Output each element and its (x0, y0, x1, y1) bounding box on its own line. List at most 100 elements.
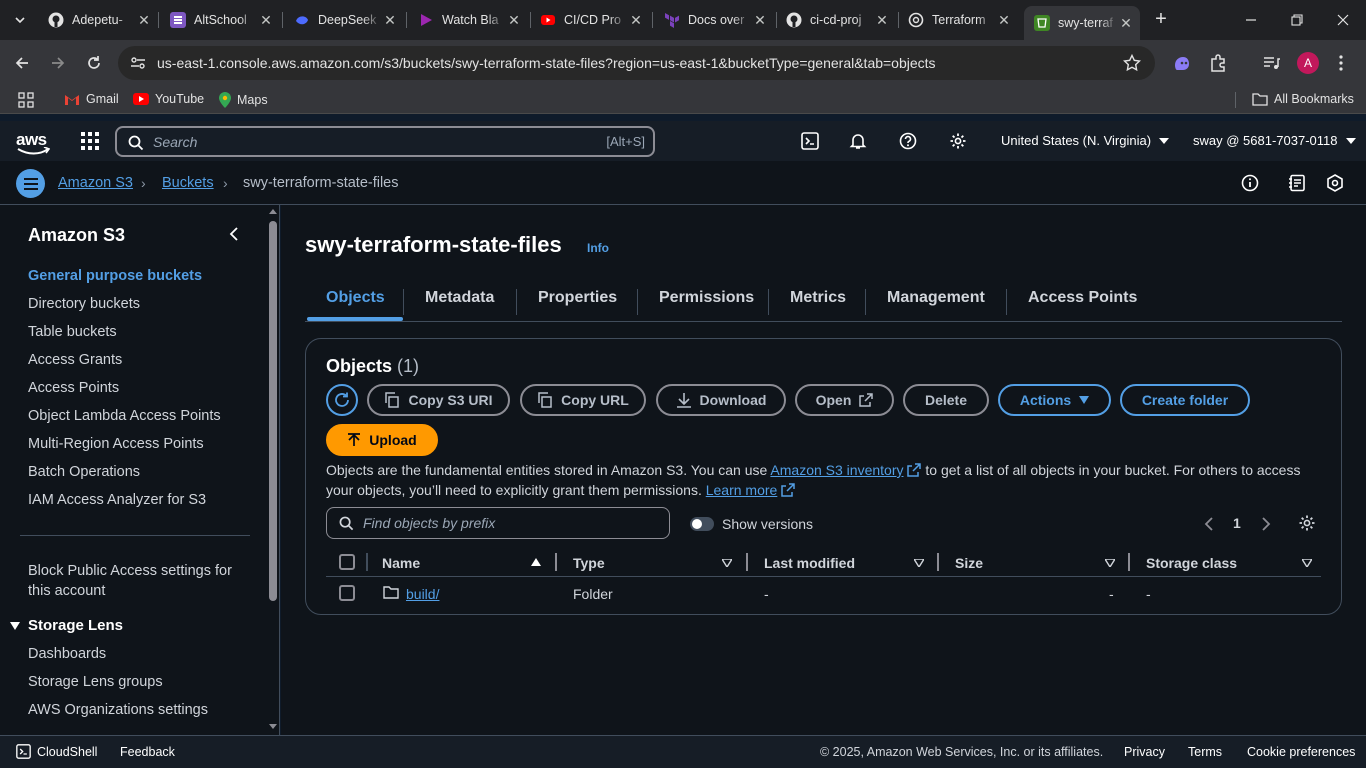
close-icon[interactable]: ✕ (506, 12, 522, 28)
close-icon[interactable]: ✕ (382, 12, 398, 28)
tab-objects[interactable]: Objects (326, 289, 385, 307)
s3-inventory-link[interactable]: Amazon S3 inventory (770, 462, 903, 478)
upload-button[interactable]: Upload (326, 424, 438, 456)
tab-metrics[interactable]: Metrics (790, 289, 846, 307)
show-versions-toggle[interactable] (690, 517, 714, 531)
close-icon[interactable]: ✕ (752, 12, 768, 28)
help-icon[interactable] (898, 131, 918, 151)
sort-ascending-icon[interactable] (531, 558, 541, 566)
cookie-preferences-link[interactable]: Cookie preferences (1247, 745, 1355, 759)
column-size[interactable]: Size (955, 555, 983, 571)
breadcrumb-amazon-s3[interactable]: Amazon S3 (58, 175, 133, 191)
sidebar-item-multi-region-access-points[interactable]: Multi-Region Access Points (28, 436, 204, 452)
bookmark-maps[interactable]: Maps (219, 92, 268, 108)
column-name[interactable]: Name (382, 555, 420, 571)
browser-tab[interactable]: Watch Bla ✕ (408, 6, 528, 34)
browser-tab[interactable]: ci-cd-proj ✕ (776, 6, 896, 34)
close-icon[interactable]: ✕ (258, 12, 274, 28)
download-button[interactable]: Download (656, 384, 786, 416)
row-checkbox[interactable] (339, 585, 355, 601)
sidebar-item-general-purpose-buckets[interactable]: General purpose buckets (28, 268, 202, 284)
notes-icon[interactable] (1287, 173, 1307, 193)
tab-permissions[interactable]: Permissions (659, 289, 754, 307)
bookmark-star-icon[interactable] (1123, 54, 1141, 72)
actions-dropdown[interactable]: Actions (998, 384, 1111, 416)
create-folder-button[interactable]: Create folder (1120, 384, 1250, 416)
minimize-button[interactable] (1228, 0, 1274, 40)
address-bar[interactable]: us-east-1.console.aws.amazon.com/s3/buck… (118, 46, 1155, 80)
find-objects-input[interactable]: Find objects by prefix (326, 507, 670, 539)
chevron-right-icon[interactable] (1261, 517, 1271, 531)
forward-button[interactable] (46, 51, 70, 75)
sidebar-item-object-lambda-access-points[interactable]: Object Lambda Access Points (28, 408, 221, 424)
breadcrumb-buckets[interactable]: Buckets (162, 175, 214, 191)
copy-s3-uri-button[interactable]: Copy S3 URI (367, 384, 510, 416)
column-type[interactable]: Type (573, 555, 605, 571)
close-icon[interactable]: ✕ (628, 12, 644, 28)
reload-button[interactable] (82, 51, 106, 75)
sidebar-item-iam-access-analyzer[interactable]: IAM Access Analyzer for S3 (28, 492, 206, 508)
delete-button[interactable]: Delete (903, 384, 989, 416)
apps-grid-icon[interactable] (18, 92, 34, 108)
sidebar-item-directory-buckets[interactable]: Directory buckets (28, 296, 140, 312)
sidebar-item-access-points[interactable]: Access Points (28, 380, 119, 396)
tab-properties[interactable]: Properties (538, 289, 617, 307)
aws-search-input[interactable]: Search [Alt+S] (115, 126, 655, 157)
tab-management[interactable]: Management (887, 289, 985, 307)
sort-caret-icon[interactable] (1105, 559, 1115, 567)
settings-gear-icon[interactable] (948, 131, 968, 151)
sidebar-item-access-grants[interactable]: Access Grants (28, 352, 122, 368)
bookmark-youtube[interactable]: YouTube (133, 92, 204, 106)
services-grid-icon[interactable] (80, 131, 100, 151)
terms-link[interactable]: Terms (1188, 745, 1222, 759)
site-settings-icon[interactable] (128, 53, 148, 73)
learn-more-link[interactable]: Learn more (706, 482, 778, 498)
close-icon[interactable]: ✕ (1118, 15, 1134, 31)
column-storage-class[interactable]: Storage class (1146, 555, 1237, 571)
browser-tab[interactable]: Adepetu- ✕ (38, 6, 158, 34)
cloudshell-footer-button[interactable]: CloudShell (16, 744, 97, 759)
extension-ghost-icon[interactable] (1171, 52, 1193, 74)
browser-tab[interactable]: AltSchool ✕ (160, 6, 280, 34)
extensions-puzzle-icon[interactable] (1207, 52, 1229, 74)
region-selector[interactable]: United States (N. Virginia) (1001, 133, 1170, 148)
security-hexagon-icon[interactable] (1325, 173, 1345, 193)
sidebar-section-storage-lens[interactable]: Storage Lens (10, 617, 123, 634)
profile-avatar[interactable]: A (1297, 52, 1319, 74)
browser-tab[interactable]: DeepSeek ✕ (284, 6, 404, 34)
table-row[interactable]: build/ Folder - - - (326, 577, 1321, 609)
browser-tab[interactable]: CI/CD Pro ✕ (530, 6, 650, 34)
close-window-button[interactable] (1320, 0, 1366, 40)
sidebar-item-block-public-access[interactable]: Block Public Access settings for this ac… (28, 561, 238, 601)
browser-tab[interactable]: Terraform ✕ (898, 6, 1018, 34)
sidebar-item-dashboards[interactable]: Dashboards (28, 646, 106, 662)
account-menu[interactable]: sway @ 5681-7037-0118 (1193, 133, 1356, 148)
sort-caret-icon[interactable] (722, 559, 732, 567)
back-button[interactable] (10, 51, 34, 75)
select-all-checkbox[interactable] (339, 554, 355, 570)
tab-metadata[interactable]: Metadata (425, 289, 494, 307)
close-icon[interactable]: ✕ (136, 12, 152, 28)
sidebar-item-storage-lens-groups[interactable]: Storage Lens groups (28, 674, 163, 690)
close-icon[interactable]: ✕ (874, 12, 890, 28)
sort-caret-icon[interactable] (1302, 559, 1312, 567)
cloudshell-icon[interactable] (800, 131, 820, 151)
column-last-modified[interactable]: Last modified (764, 555, 855, 571)
notifications-bell-icon[interactable] (848, 131, 868, 151)
browser-menu-icon[interactable] (1330, 52, 1352, 74)
info-link[interactable]: Info (587, 241, 609, 255)
all-bookmarks[interactable]: All Bookmarks (1252, 92, 1354, 106)
privacy-link[interactable]: Privacy (1124, 745, 1165, 759)
open-button[interactable]: Open (795, 384, 894, 416)
page-number[interactable]: 1 (1233, 515, 1241, 531)
new-tab-button[interactable]: + (1150, 9, 1172, 31)
close-icon[interactable]: ✕ (996, 12, 1012, 28)
sidebar-item-table-buckets[interactable]: Table buckets (28, 324, 117, 340)
table-preferences-gear-icon[interactable] (1298, 514, 1316, 532)
copy-url-button[interactable]: Copy URL (520, 384, 646, 416)
tab-access-points[interactable]: Access Points (1028, 289, 1137, 307)
browser-tab[interactable]: Docs over ✕ (654, 6, 774, 34)
sidebar-item-aws-organizations-settings[interactable]: AWS Organizations settings (28, 702, 208, 718)
restore-button[interactable] (1274, 0, 1320, 40)
bookmark-gmail[interactable]: Gmail (64, 92, 119, 106)
